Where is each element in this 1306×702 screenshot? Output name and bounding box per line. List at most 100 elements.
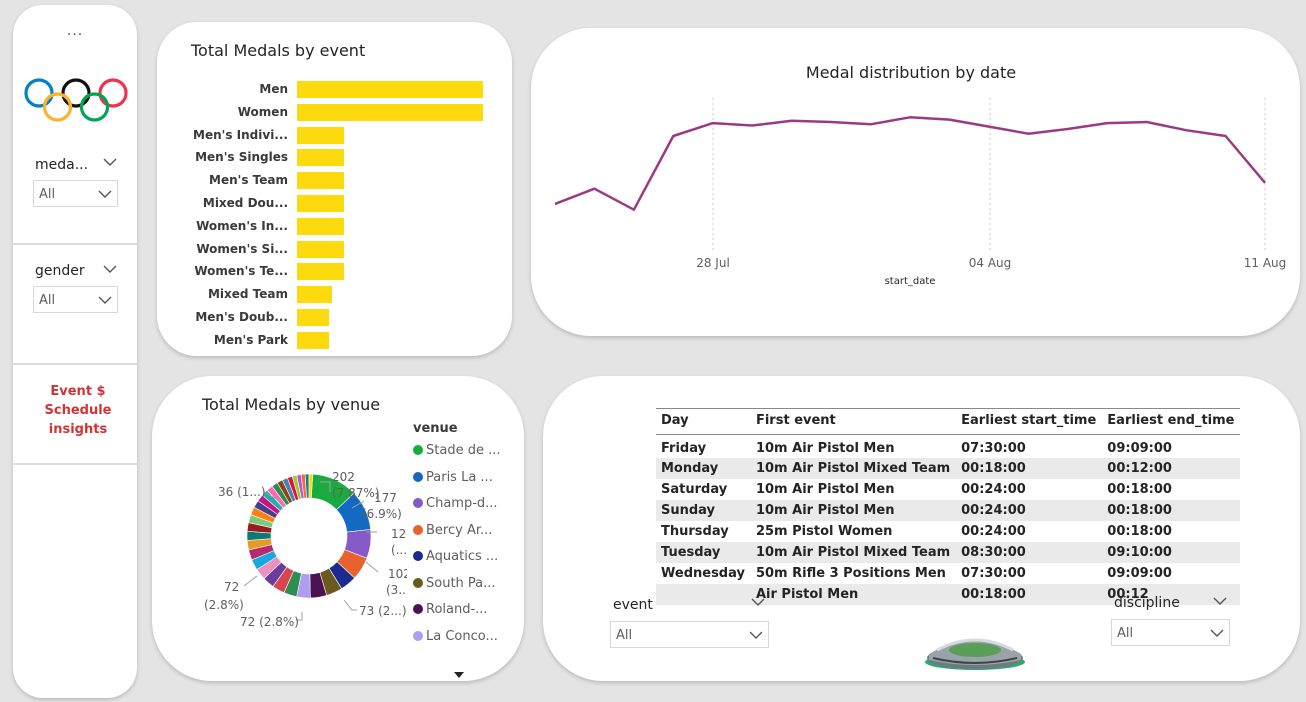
legend-item[interactable]: Roland-... [413,602,488,617]
bar[interactable] [297,309,329,326]
gender-slicer-dropdown[interactable]: All [33,286,118,313]
table-cell: 00:12:00 [1102,458,1241,479]
chevron-down-icon[interactable] [103,158,117,167]
table-cell: Saturday [661,482,728,497]
table-cell: 25m Pistol Women [755,524,893,539]
table-cell: 09:09:00 [1107,441,1172,456]
medals-by-event-card: Total Medals by event Men Women Men's Indi… [157,22,512,356]
bar-label: Women's Te... [194,264,288,279]
legend-marker [413,445,423,455]
table-cell: Wednesday [661,566,745,581]
table-cell: 10m Air Pistol Men [750,500,957,521]
legend-item[interactable]: Bercy Ar... [413,523,492,538]
data-label: (6.9%) [362,507,402,521]
table-cell [656,584,751,605]
event-slicer-title: event [613,597,653,613]
venue-legend-title: venue [413,421,458,436]
table-row[interactable]: Wednesday 50m Rifle 3 Positions Men 07:30:… [656,563,1240,584]
bar[interactable] [297,331,329,349]
table-cell: 09:10:00 [1102,542,1241,563]
legend-item[interactable]: South Pa... [413,576,496,591]
bar[interactable] [297,81,483,98]
medal-slicer-value: All [39,187,56,202]
legend-label: Champ-d... [426,496,498,511]
schedule-card: Day First event Earliest start_time Earl… [543,376,1300,681]
scroll-down-icon[interactable] [454,672,464,679]
legend-label: La Conco... [426,628,498,644]
sidebar-divider [13,463,137,465]
more-options-icon[interactable]: ... [13,23,137,39]
legend-label: Bercy Ar... [426,522,493,538]
x-tick-label: 11 Aug [1244,256,1287,270]
medal-slicer-dropdown[interactable]: All [33,180,118,207]
table-cell: 07:30:00 [961,441,1026,456]
legend-label: South Pa... [426,575,496,591]
discipline-slicer-title: discipline [1114,595,1180,611]
table-cell: 00:18:00 [1102,500,1241,521]
bar[interactable] [297,286,333,304]
legend-marker [413,551,423,561]
medals-by-event-title: Total Medals by event [191,41,366,60]
discipline-slicer-dropdown[interactable]: All [1111,619,1230,646]
chevron-down-icon [749,631,763,639]
column-header-start-time[interactable]: Earliest start_time [956,408,1103,435]
bar-label: Men [259,82,288,96]
table-row[interactable]: Saturday 10m Air Pistol Men 00:24:00 00:18:… [656,479,1240,500]
legend-item[interactable]: Paris La ... [413,470,493,485]
bar[interactable] [297,149,344,167]
legend-item[interactable]: Aquatics ... [413,549,498,564]
chevron-down-icon[interactable] [1213,597,1227,606]
x-tick-label: 04 Aug [969,256,1012,270]
x-axis-title: start_date [885,276,936,287]
table-row[interactable]: Sunday 10m Air Pistol Men 00:24:00 00:18:00 [656,500,1241,521]
bar[interactable] [297,263,344,281]
medals-by-venue-donut: 202 (7.87%) 177 (6.9%) 127 (...) 102 (3.… [204,470,407,629]
table-cell: 08:30:00 [956,542,1103,563]
table-cell: 00:24:00 [961,524,1026,539]
table-cell: Friday [661,441,707,456]
bar[interactable] [297,172,344,190]
table-row[interactable]: Thursday 25m Pistol Women 00:24:00 00:18:00 [656,521,1240,542]
label-leader [243,575,258,587]
data-label: (7.87%) [332,486,379,500]
bar-label: Women's In... [196,218,288,233]
data-label: (2.8%) [204,598,244,612]
bar-label: Men's Singles [195,150,288,165]
event-slicer-dropdown[interactable]: All [610,621,769,648]
schedule-table: Day First event Earliest start_time Earl… [656,408,1241,605]
bar[interactable] [297,103,483,121]
chevron-down-icon[interactable] [103,265,117,274]
chevron-down-icon [98,190,112,198]
legend-item[interactable]: Champ-d... [413,496,498,511]
table-row[interactable]: Tuesday 10m Air Pistol Mixed Team 08:30:00… [656,542,1241,563]
bar[interactable] [297,217,344,235]
column-header-day[interactable]: Day [656,408,751,435]
table-row[interactable]: Friday 10m Air Pistol Men 07:30:00 09:09:00 [656,435,1240,459]
legend-label: Paris La ... [426,469,493,485]
sidebar-divider [13,243,137,245]
label-leader [343,599,357,611]
legend-label: Aquatics ... [426,549,499,564]
medal-slicer-title: meda... [35,157,89,173]
event-schedule-insights-link[interactable]: Event $ Schedule insights [23,382,133,439]
legend-marker [413,630,423,641]
column-header-first-event[interactable]: First event [750,408,957,435]
legend-marker [413,471,423,482]
bar[interactable] [297,195,344,212]
label-leader [365,561,379,573]
table-cell: 50m Rifle 3 Positions Men [755,566,946,581]
event-slicer-value: All [616,628,633,643]
table-cell: 10m Air Pistol Men [755,482,895,497]
legend-item[interactable]: Stade de ... [413,443,500,458]
bar-label: Men's Park [213,332,288,347]
bar[interactable] [297,240,344,258]
bar[interactable] [297,126,344,144]
medal-distribution-card: Medal distribution by date 28 Jul 04 Aug… [531,28,1300,336]
table-cell: 10m Air Pistol Mixed Team [750,458,957,479]
table-row[interactable]: Monday 10m Air Pistol Mixed Team 00:18:00 0… [656,458,1241,479]
x-tick-label: 28 Jul [696,256,730,270]
legend-item[interactable]: La Conco... [413,629,498,644]
bar-label: Mixed Dou... [202,196,288,210]
column-header-end-time[interactable]: Earliest end_time [1102,408,1241,435]
chevron-down-icon[interactable] [751,598,765,607]
